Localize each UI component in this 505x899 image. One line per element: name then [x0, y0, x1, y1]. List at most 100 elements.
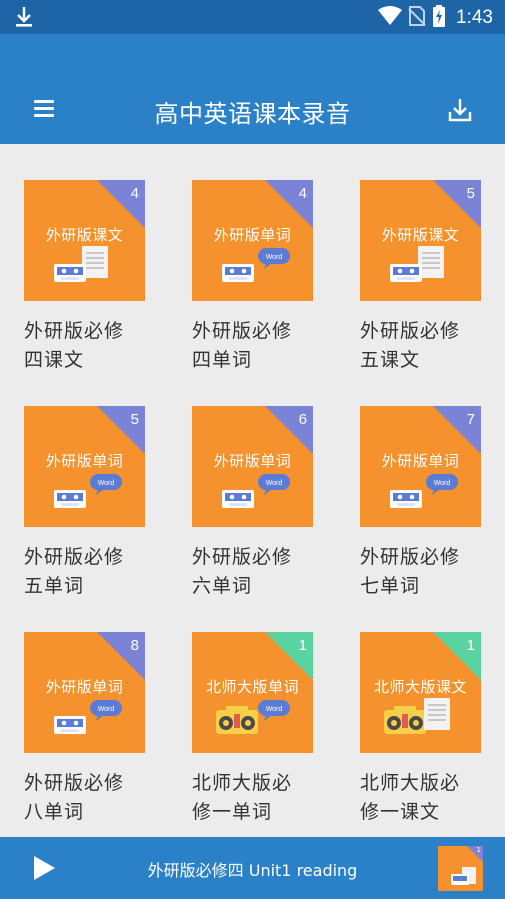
book-card[interactable]: 4 外研版单词 Word 外研版必修四单词: [192, 180, 314, 375]
book-label-line: 五单词: [24, 575, 85, 597]
book-label: 外研版必修 六单词: [192, 543, 314, 601]
status-time: 1:43: [456, 7, 493, 28]
book-cover[interactable]: 1 北师大版课文: [360, 632, 481, 753]
cassette-icon: [222, 264, 254, 282]
book-label-line: 外研版必修: [24, 320, 125, 342]
book-card[interactable]: 6 外研版单词 Word 外研版必修六单词: [192, 406, 314, 601]
book-label-line: 八单词: [24, 801, 85, 823]
book-label-line: 外研版必修: [360, 320, 461, 342]
cover-badge: 1: [298, 637, 307, 654]
word-bubble-icon: Word: [258, 700, 290, 721]
book-label: 外研版必修 五单词: [24, 543, 146, 601]
thumbnail-art: [451, 867, 476, 885]
book-label: 北师大版必 修一单词: [192, 769, 314, 827]
book-card[interactable]: 1 北师大版单词 Word 北师大版必修一单词: [192, 632, 314, 827]
book-card[interactable]: 1 北师大版课文 北师大版必修一课文: [360, 632, 482, 827]
mini-player: 外研版必修四 Unit1 reading 1: [0, 837, 505, 899]
no-sim-icon: [408, 5, 426, 31]
svg-text:Word: Word: [98, 480, 115, 487]
book-label-line: 五课文: [360, 349, 421, 371]
cassette-icon: [390, 490, 422, 508]
app-bar: 高中英语课本录音: [0, 34, 505, 144]
download-notification-icon: [15, 6, 33, 32]
book-label-line: 北师大版必: [192, 772, 293, 794]
cover-title: 外研版单词: [213, 452, 292, 470]
cassette-icon: [54, 490, 86, 508]
book-card[interactable]: 4 外研版课文 外研版必修四课文: [24, 180, 146, 375]
book-cover[interactable]: 8 外研版单词 Word: [24, 632, 145, 753]
wifi-icon: [378, 6, 403, 30]
book-card[interactable]: 5 外研版单词 Word 外研版必修五单词: [24, 406, 146, 601]
book-label-line: 四课文: [24, 349, 85, 371]
cover-badge: 5: [466, 185, 475, 202]
book-label: 外研版必修 八单词: [24, 769, 146, 827]
word-bubble-icon: Word: [258, 248, 290, 269]
word-bubble-icon: Word: [90, 700, 122, 721]
book-label: 外研版必修 七单词: [360, 543, 482, 601]
cover-badge: 6: [298, 411, 307, 428]
book-label-line: 修一单词: [192, 801, 273, 823]
cover-badge: 7: [466, 411, 475, 428]
cover-title: 外研版单词: [45, 678, 124, 696]
cover-title: 外研版课文: [45, 226, 124, 244]
cover-title: 外研版课文: [381, 226, 460, 244]
cover-title: 北师大版单词: [205, 678, 299, 696]
battery-charging-icon: [432, 5, 446, 31]
status-bar: 1:43: [0, 0, 505, 34]
book-label: 外研版必修 四课文: [24, 317, 146, 375]
document-icon: [424, 698, 450, 730]
boombox-icon: [216, 706, 258, 734]
cover-badge: 4: [298, 185, 307, 202]
cover-title: 外研版单词: [213, 226, 292, 244]
book-cover[interactable]: 1 北师大版单词 Word: [192, 632, 313, 753]
cover-badge: 4: [130, 185, 139, 202]
book-label: 外研版必修 四单词: [192, 317, 314, 375]
book-cover[interactable]: 5 外研版课文: [360, 180, 481, 301]
cover-badge: 8: [130, 637, 139, 654]
cassette-icon: [54, 264, 86, 282]
cover-title: 北师大版课文: [373, 678, 467, 696]
svg-text:Word: Word: [266, 706, 283, 713]
book-label: 外研版必修 五课文: [360, 317, 482, 375]
book-label-line: 外研版必修: [24, 546, 125, 568]
word-bubble-icon: Word: [426, 474, 458, 495]
download-icon[interactable]: [448, 98, 472, 126]
book-label-line: 外研版必修: [360, 546, 461, 568]
book-cover[interactable]: 5 外研版单词 Word: [24, 406, 145, 527]
book-label-line: 北师大版必: [360, 772, 461, 794]
status-right: 1:43: [378, 5, 493, 31]
book-label-line: 修一课文: [360, 801, 441, 823]
book-card[interactable]: 7 外研版单词 Word 外研版必修七单词: [360, 406, 482, 601]
book-card[interactable]: 8 外研版单词 Word 外研版必修八单词: [24, 632, 146, 827]
book-cover[interactable]: 4 外研版单词 Word: [192, 180, 313, 301]
book-label-line: 七单词: [360, 575, 421, 597]
svg-text:Word: Word: [266, 480, 283, 487]
boombox-icon: [384, 706, 426, 734]
svg-text:Word: Word: [266, 254, 283, 261]
book-label-line: 外研版必修: [192, 320, 293, 342]
cover-title: 外研版单词: [45, 452, 124, 470]
cover-badge: 5: [130, 411, 139, 428]
book-label: 北师大版必 修一课文: [360, 769, 482, 827]
cassette-icon: [222, 490, 254, 508]
cover-badge: 1: [466, 637, 475, 654]
book-label-line: 四单词: [192, 349, 253, 371]
cassette-icon: [54, 716, 86, 734]
book-label-line: 外研版必修: [24, 772, 125, 794]
now-playing-title: 外研版必修四 Unit1 reading: [147, 861, 358, 880]
cover-title: 外研版单词: [381, 452, 460, 470]
word-bubble-icon: Word: [258, 474, 290, 495]
thumbnail-badge: 1: [476, 846, 481, 854]
book-cover[interactable]: 4 外研版课文: [24, 180, 145, 301]
book-label-line: 外研版必修: [192, 546, 293, 568]
svg-text:Word: Word: [98, 706, 115, 713]
book-label-line: 六单词: [192, 575, 253, 597]
book-cover[interactable]: 6 外研版单词 Word: [192, 406, 313, 527]
page-title: 高中英语课本录音: [154, 100, 351, 128]
now-playing-thumbnail[interactable]: 1: [438, 846, 483, 891]
word-bubble-icon: Word: [90, 474, 122, 495]
book-cover[interactable]: 7 外研版单词 Word: [360, 406, 481, 527]
book-card[interactable]: 5 外研版课文 外研版必修五课文: [360, 180, 482, 375]
svg-text:Word: Word: [434, 480, 451, 487]
cassette-icon: [390, 264, 422, 282]
